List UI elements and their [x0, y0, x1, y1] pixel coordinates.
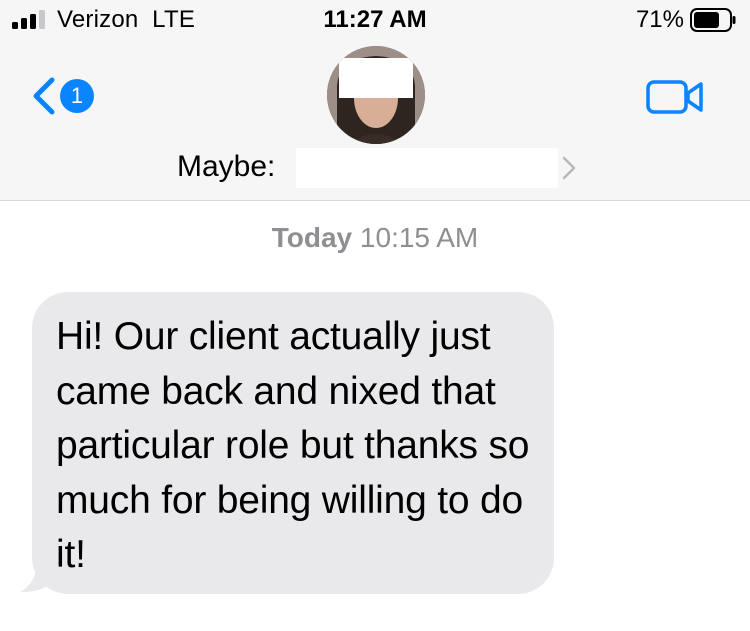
redaction-box	[339, 58, 413, 98]
contact-name-prefix: Maybe:	[177, 150, 276, 183]
message-text: Hi! Our client actually just came back a…	[56, 315, 530, 576]
chevron-right-icon	[562, 156, 576, 180]
contact-avatar[interactable]	[327, 46, 425, 144]
back-button[interactable]: 1	[30, 76, 100, 116]
contact-name-row[interactable]: Maybe:	[0, 146, 750, 188]
battery-icon	[690, 8, 736, 32]
timestamp-time: 10:15 AM	[359, 222, 479, 253]
battery-percentage: 71%	[635, 6, 684, 33]
video-camera-icon[interactable]	[646, 78, 704, 116]
chevron-left-icon	[33, 77, 55, 115]
unread-count-badge: 1	[60, 79, 94, 113]
contact-name-redaction	[296, 148, 558, 188]
incoming-message-bubble[interactable]: Hi! Our client actually just came back a…	[32, 292, 554, 594]
status-bar: Verizon LTE 11:27 AM 71%	[0, 0, 750, 40]
conversation-header: Verizon LTE 11:27 AM 71% 1 Maybe:	[0, 0, 750, 201]
message-timestamp: Today 10:15 AM	[0, 222, 750, 254]
timestamp-day: Today	[271, 222, 353, 253]
